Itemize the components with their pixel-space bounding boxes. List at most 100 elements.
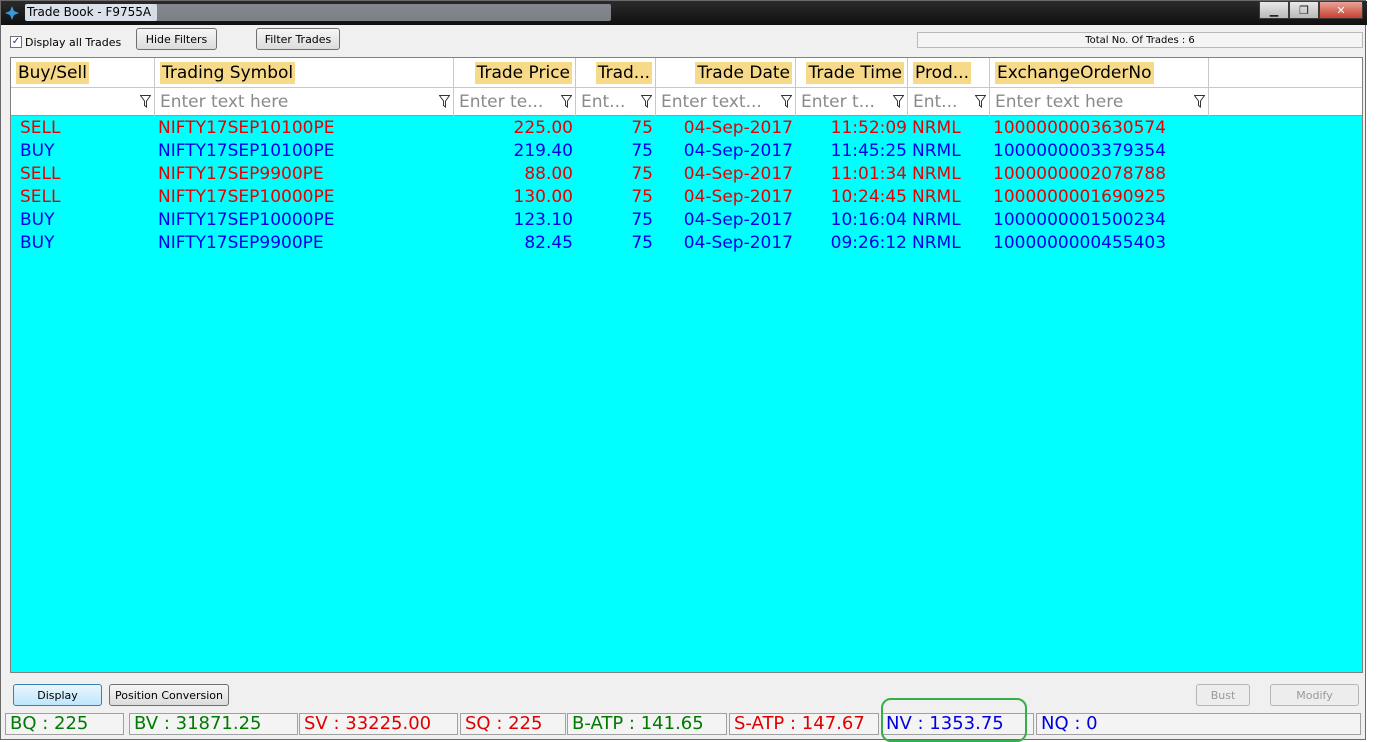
- column-header-trade-qty[interactable]: Trad...: [576, 58, 656, 88]
- cell-side: SELL: [20, 164, 61, 184]
- cell-product: NRML: [912, 164, 961, 184]
- cell-time: 11:01:34: [830, 164, 907, 184]
- cell-order-no: 1000000002078788: [993, 164, 1167, 184]
- cell-product: NRML: [912, 210, 961, 230]
- column-header-exchange-order-no[interactable]: ExchangeOrderNo: [990, 58, 1209, 88]
- hide-filters-button[interactable]: Hide Filters: [136, 28, 217, 50]
- trade-book-window: Trade Book - F9755A ▁ ❐ ✕ ✓ Display all …: [0, 0, 1367, 742]
- cell-time: 11:45:25: [830, 141, 907, 161]
- display-all-trades-label: Display all Trades: [25, 36, 122, 49]
- filter-cell-exchange-order-no[interactable]: Enter text here: [990, 88, 1209, 116]
- filter-funnel-icon[interactable]: [781, 95, 792, 108]
- cell-symbol: NIFTY17SEP9900PE: [158, 164, 324, 184]
- filter-input-trade-time[interactable]: Enter t...: [801, 91, 875, 113]
- status-sell-value: SV : 33225.00: [299, 713, 458, 735]
- cell-side: BUY: [20, 233, 55, 253]
- table-row[interactable]: SELL NIFTY17SEP10000PE 130.00 75 04-Sep-…: [11, 186, 1362, 209]
- cell-symbol: NIFTY17SEP10100PE: [158, 141, 335, 161]
- filter-cell-trade-date[interactable]: Enter text...: [656, 88, 796, 116]
- minimize-button[interactable]: ▁: [1259, 1, 1289, 19]
- column-header-row: Buy/Sell Trading Symbol Trade Price Trad…: [11, 58, 1362, 88]
- table-row[interactable]: BUY NIFTY17SEP9900PE 82.45 75 04-Sep-201…: [11, 232, 1362, 255]
- filter-funnel-icon[interactable]: [439, 95, 450, 108]
- column-header-trade-price[interactable]: Trade Price: [454, 58, 576, 88]
- column-header-trading-symbol[interactable]: Trading Symbol: [155, 58, 454, 88]
- filter-input-exchange-order-no[interactable]: Enter text here: [995, 91, 1123, 113]
- column-header-trade-date[interactable]: Trade Date: [656, 58, 796, 88]
- title-bar-reflection: [151, 4, 611, 21]
- summary-status-bar: BQ : 225 BV : 31871.25 SV : 33225.00 SQ …: [5, 713, 1363, 735]
- cell-qty: 75: [631, 141, 653, 161]
- cell-product: NRML: [912, 187, 961, 207]
- filter-cell-product[interactable]: Ent...: [908, 88, 990, 116]
- table-row[interactable]: BUY NIFTY17SEP10100PE 219.40 75 04-Sep-2…: [11, 140, 1362, 163]
- cell-price: 123.10: [513, 210, 573, 230]
- filter-input-product[interactable]: Ent...: [913, 91, 957, 113]
- position-conversion-button[interactable]: Position Conversion: [109, 684, 229, 706]
- cell-symbol: NIFTY17SEP10000PE: [158, 187, 335, 207]
- cell-time: 10:16:04: [830, 210, 907, 230]
- filter-cell-buy-sell[interactable]: [11, 88, 155, 116]
- cell-qty: 75: [631, 118, 653, 138]
- table-row[interactable]: BUY NIFTY17SEP10000PE 123.10 75 04-Sep-2…: [11, 209, 1362, 232]
- filter-funnel-icon[interactable]: [140, 95, 151, 108]
- cell-order-no: 1000000003630574: [993, 118, 1167, 138]
- cell-order-no: 1000000003379354: [993, 141, 1167, 161]
- cell-date: 04-Sep-2017: [683, 164, 793, 184]
- cell-price: 88.00: [524, 164, 573, 184]
- filter-funnel-icon[interactable]: [561, 95, 572, 108]
- close-button[interactable]: ✕: [1319, 1, 1363, 19]
- filter-cell-trading-symbol[interactable]: Enter text here: [155, 88, 454, 116]
- cell-qty: 75: [631, 210, 653, 230]
- filter-cell-trade-price[interactable]: Enter te...: [454, 88, 576, 116]
- filter-funnel-icon[interactable]: [975, 95, 986, 108]
- cell-product: NRML: [912, 233, 961, 253]
- column-header-product[interactable]: Prod...: [908, 58, 990, 88]
- cell-time: 09:26:12: [830, 233, 907, 253]
- status-buy-qty: BQ : 225: [5, 713, 124, 735]
- filter-input-trade-date[interactable]: Enter text...: [661, 91, 762, 113]
- bust-button[interactable]: Bust: [1196, 684, 1250, 706]
- cell-qty: 75: [631, 233, 653, 253]
- modify-button[interactable]: Modify: [1270, 684, 1359, 706]
- cell-order-no: 1000000001690925: [993, 187, 1167, 207]
- filter-cell-trade-time[interactable]: Enter t...: [796, 88, 908, 116]
- cell-price: 130.00: [513, 187, 573, 207]
- column-header-trade-time[interactable]: Trade Time: [796, 58, 908, 88]
- maximize-button[interactable]: ❐: [1289, 1, 1319, 19]
- net-value-callout: [881, 698, 1027, 742]
- cell-qty: 75: [631, 187, 653, 207]
- status-buy-atp: B-ATP : 141.65: [567, 713, 727, 735]
- action-bar: Display Position Conversion Bust Modify: [5, 683, 1363, 711]
- cell-product: NRML: [912, 118, 961, 138]
- filter-trades-button[interactable]: Filter Trades: [256, 28, 340, 50]
- cell-time: 10:24:45: [830, 187, 907, 207]
- cell-date: 04-Sep-2017: [683, 118, 793, 138]
- status-buy-value: BV : 31871.25: [129, 713, 298, 735]
- filter-input-trade-price[interactable]: Enter te...: [459, 91, 543, 113]
- cell-date: 04-Sep-2017: [683, 141, 793, 161]
- cell-order-no: 1000000001500234: [993, 210, 1167, 230]
- filter-cell-trade-qty[interactable]: Ent...: [576, 88, 656, 116]
- cell-symbol: NIFTY17SEP10000PE: [158, 210, 335, 230]
- cell-date: 04-Sep-2017: [683, 210, 793, 230]
- filter-input-trading-symbol[interactable]: Enter text here: [160, 91, 288, 113]
- filter-funnel-icon[interactable]: [641, 95, 652, 108]
- app-icon: [5, 6, 19, 20]
- cell-qty: 75: [631, 164, 653, 184]
- cell-price: 82.45: [524, 233, 573, 253]
- cell-time: 11:52:09: [830, 118, 907, 138]
- table-row[interactable]: SELL NIFTY17SEP9900PE 88.00 75 04-Sep-20…: [11, 163, 1362, 186]
- display-all-trades-checkbox[interactable]: ✓: [10, 36, 22, 48]
- trades-grid[interactable]: Buy/Sell Trading Symbol Trade Price Trad…: [10, 57, 1363, 673]
- column-header-buy-sell[interactable]: Buy/Sell: [11, 58, 155, 88]
- display-button[interactable]: Display: [13, 684, 102, 706]
- cell-side: BUY: [20, 210, 55, 230]
- filter-funnel-icon[interactable]: [1194, 95, 1205, 108]
- title-bar[interactable]: Trade Book - F9755A ▁ ❐ ✕: [1, 1, 1367, 25]
- total-trades-count: Total No. Of Trades : 6: [917, 32, 1363, 48]
- filter-funnel-icon[interactable]: [893, 95, 904, 108]
- table-row[interactable]: SELL NIFTY17SEP10100PE 225.00 75 04-Sep-…: [11, 117, 1362, 140]
- filter-input-trade-qty[interactable]: Ent...: [581, 91, 625, 113]
- cell-date: 04-Sep-2017: [683, 233, 793, 253]
